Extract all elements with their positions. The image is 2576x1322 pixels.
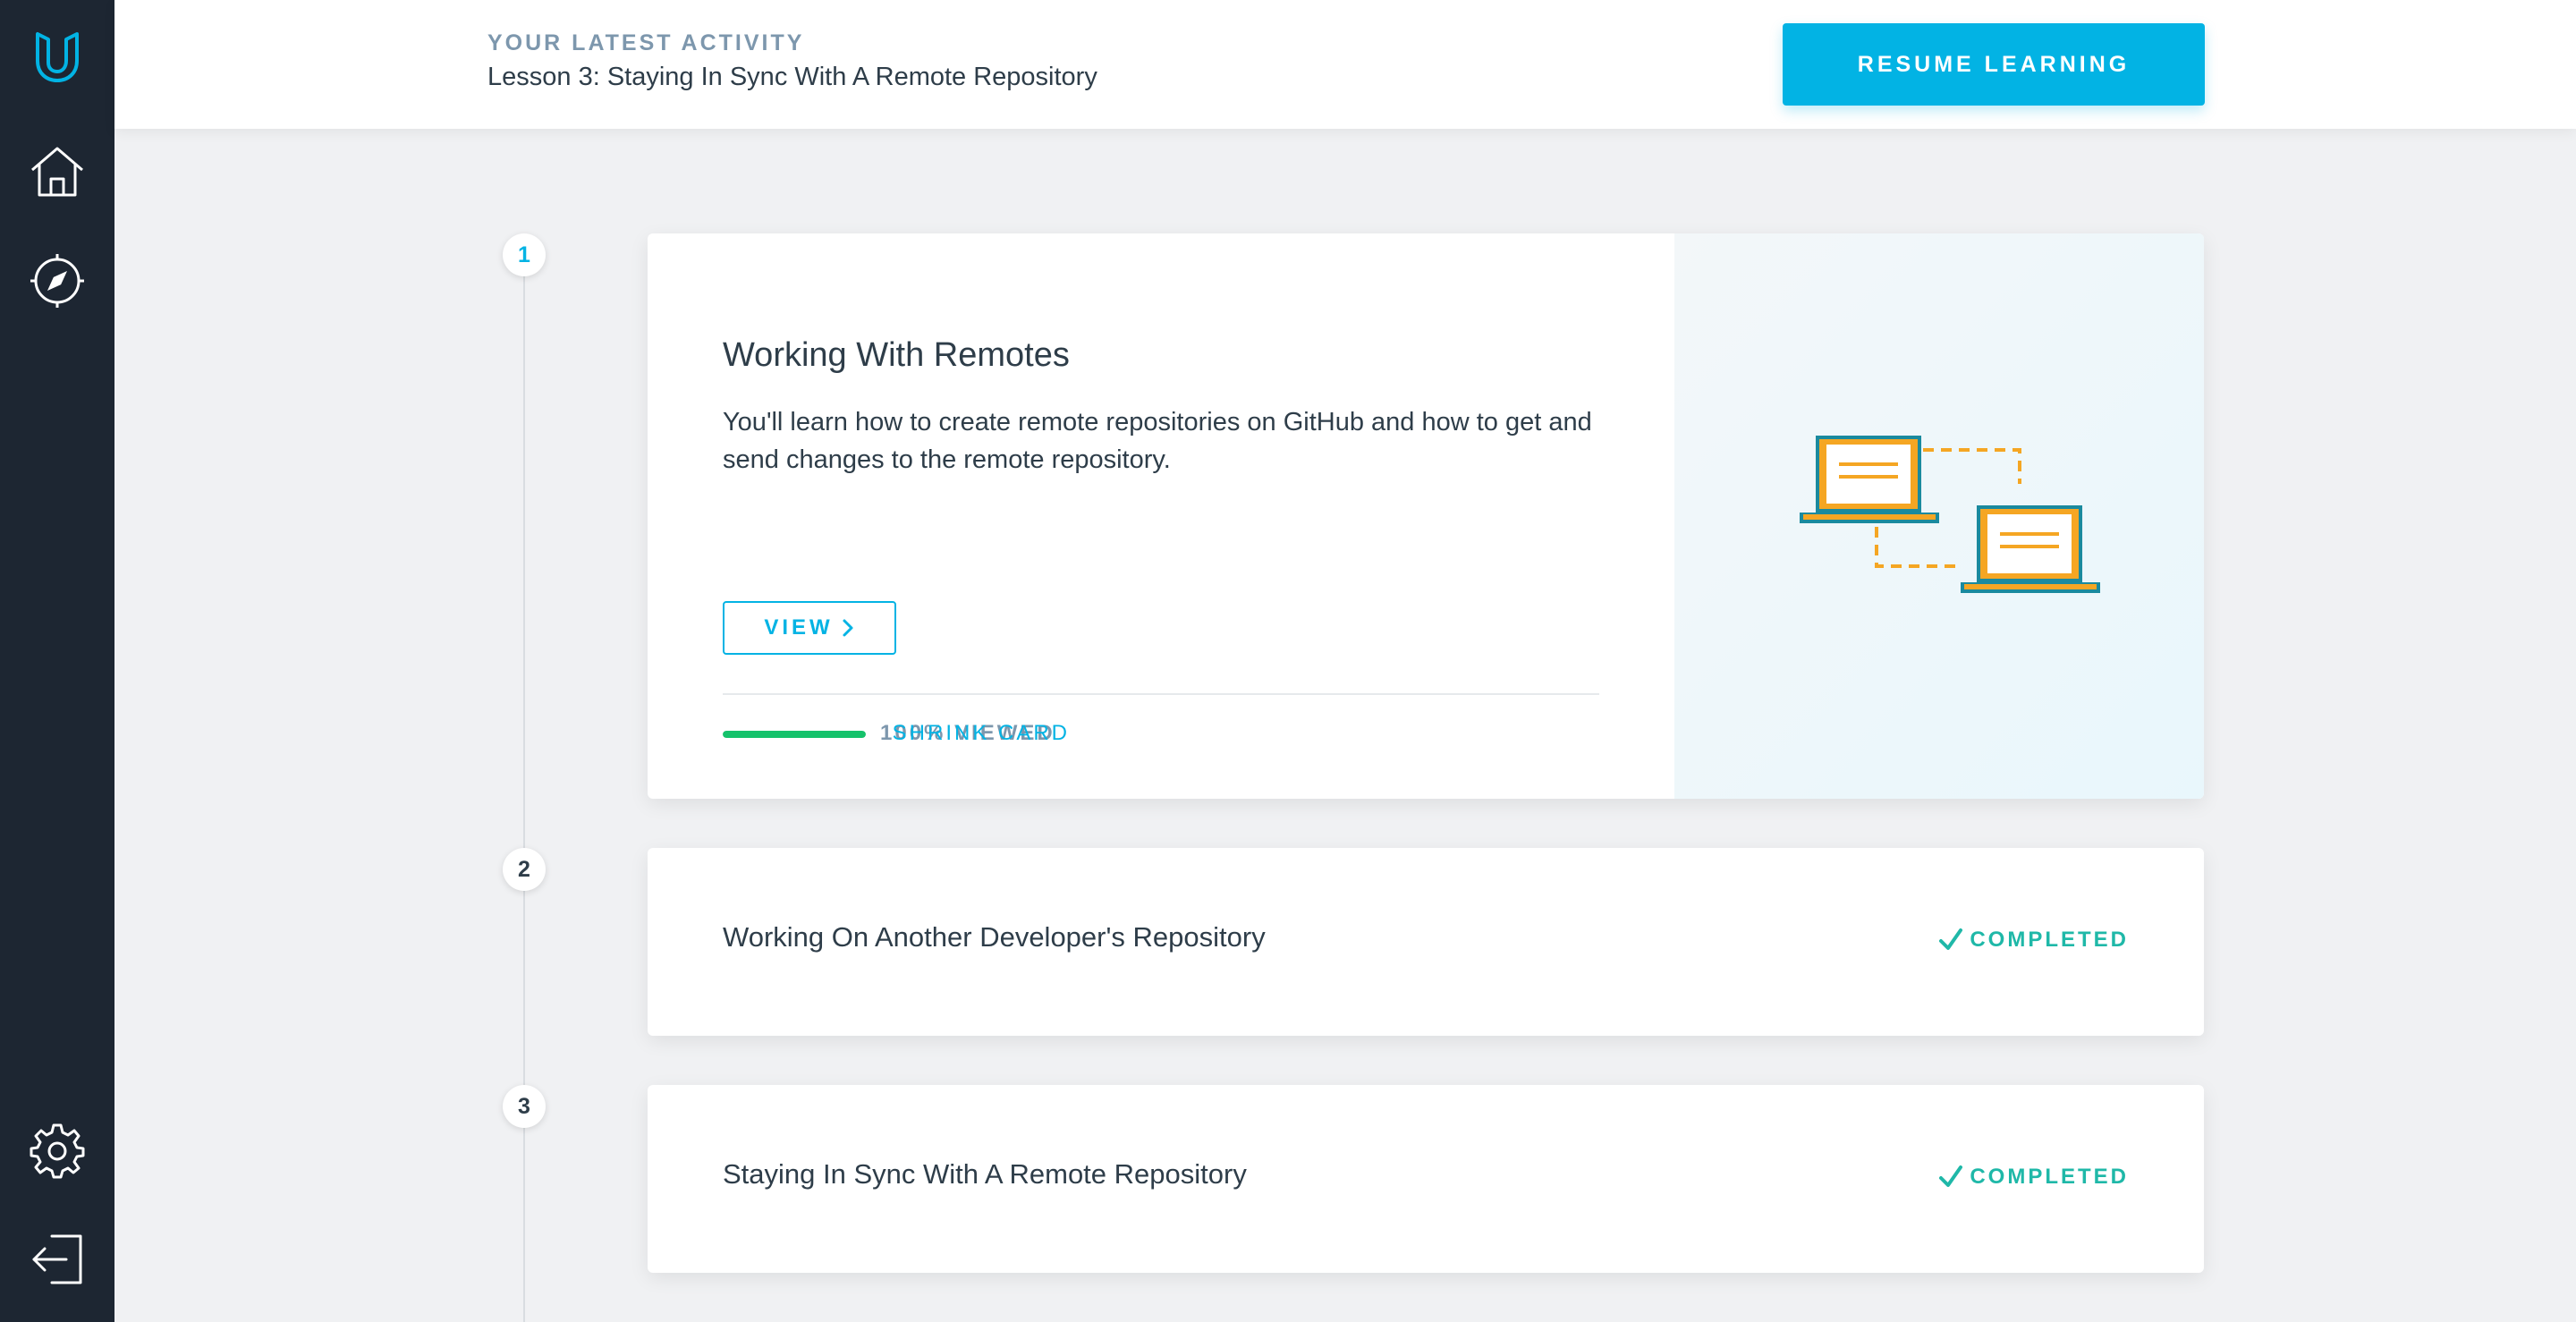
settings-icon[interactable] [27,1120,88,1181]
progress-bar [723,731,866,738]
lesson-title: Working On Another Developer's Repositor… [723,921,1266,953]
chevron-right-icon [843,619,853,637]
udacity-logo-icon[interactable] [27,27,88,88]
latest-activity-header: YOUR LATEST ACTIVITY Lesson 3: Staying I… [114,0,2576,129]
progress-bar-fill [723,731,866,738]
compass-icon[interactable] [27,250,88,311]
activity-title[interactable]: Lesson 3: Staying In Sync With A Remote … [487,63,1097,92]
lesson-description: You'll learn how to create remote reposi… [723,408,1592,474]
lesson-card-collapsed[interactable]: Staying In Sync With A Remote Repository… [648,1085,2204,1273]
lesson-card-body: Working With Remotes You'll learn how to… [648,233,1674,799]
activity-kicker: YOUR LATEST ACTIVITY [487,30,805,55]
completed-label: COMPLETED [1970,1165,2129,1189]
card-divider [723,693,1599,695]
sidebar [0,0,114,1322]
completed-status: COMPLETED [1937,927,2129,953]
checkmark-icon [1939,1165,1963,1187]
view-button-label: VIEW [764,615,834,640]
lesson-card-collapsed[interactable]: Working On Another Developer's Repositor… [648,848,2204,1036]
two-laptops-connected-icon [1800,436,2100,593]
view-button[interactable]: VIEW [723,601,896,655]
step-number: 2 [503,848,546,891]
shrink-card-link[interactable]: SHRINK CARD [893,721,1070,746]
step-number: 3 [503,1085,546,1128]
lesson-title: Working With Remotes [723,336,1070,374]
checkmark-icon [1939,928,1963,950]
lesson-card-expanded: Working With Remotes You'll learn how to… [648,233,2204,799]
resume-learning-button[interactable]: RESUME LEARNING [1783,23,2205,106]
completed-status: COMPLETED [1937,1164,2129,1191]
logout-icon[interactable] [27,1229,88,1290]
step-number: 1 [503,233,546,276]
lesson-title: Staying In Sync With A Remote Repository [723,1158,1247,1190]
timeline-line [523,254,525,1322]
lesson-illustration-panel [1674,233,2204,799]
completed-label: COMPLETED [1970,928,2129,952]
home-icon[interactable] [27,141,88,202]
